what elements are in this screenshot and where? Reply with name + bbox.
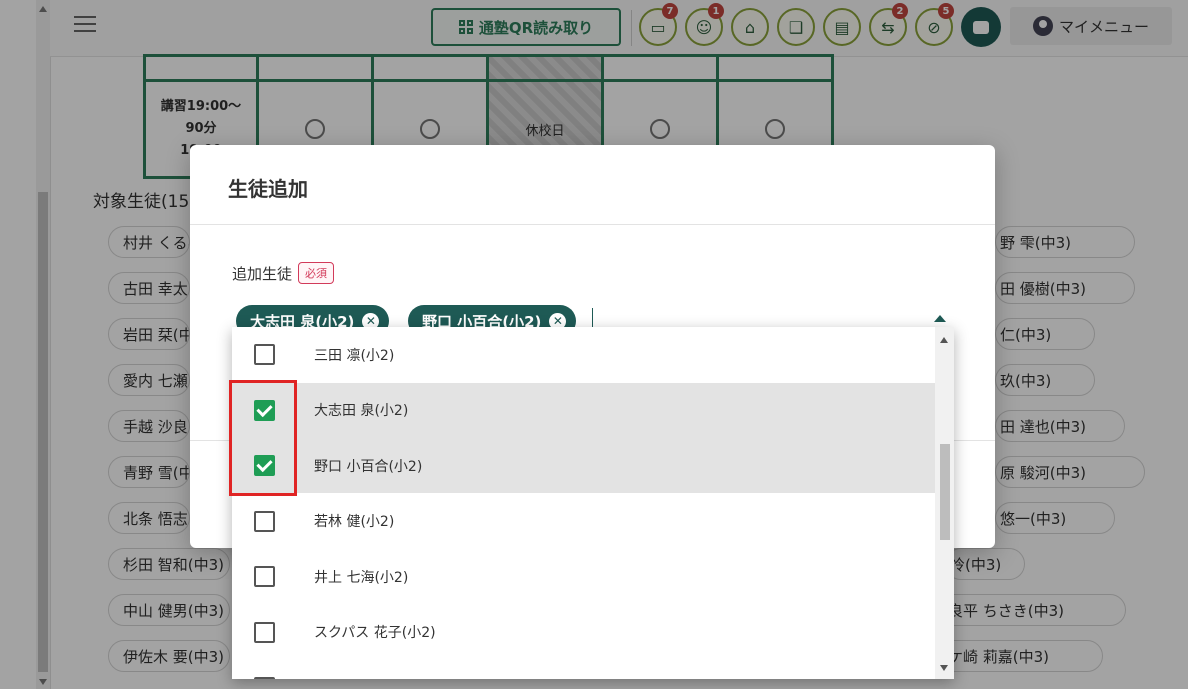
student-option-partial[interactable] (232, 660, 935, 679)
options-scroll-up-icon[interactable] (940, 337, 948, 343)
checkbox-unchecked-icon[interactable] (254, 566, 275, 587)
student-option[interactable]: 三田 凛(小2) (232, 327, 935, 382)
student-options-list[interactable]: 三田 凛(小2) 大志田 泉(小2) 野口 小百合(小2) 若林 健(小2) 井上 七海… (232, 327, 954, 679)
dropdown-toggle-arrow-icon[interactable] (934, 315, 946, 322)
student-option-label: 若林 健(小2) (314, 514, 395, 530)
student-option[interactable]: 大志田 泉(小2) (232, 382, 935, 438)
dialog-title: 生徒追加 (228, 177, 308, 201)
options-scroll-thumb[interactable] (940, 444, 950, 540)
student-option-label: 大志田 泉(小2) (314, 403, 409, 419)
checkbox-unchecked-icon[interactable] (254, 510, 275, 532)
checkbox-unchecked-icon[interactable] (254, 344, 275, 365)
add-student-field-label: 追加生徒 (232, 264, 293, 283)
checkbox-unchecked-icon[interactable] (254, 677, 275, 679)
required-badge: 必須 (298, 262, 335, 284)
highlight-annotation-box (229, 380, 297, 496)
student-option-label: スクパス 花子(小2) (314, 625, 436, 641)
options-scrollbar[interactable] (935, 327, 954, 679)
student-option-label: 三田 凛(小2) (314, 347, 395, 364)
checkbox-unchecked-icon[interactable] (254, 621, 275, 643)
field-label-row: 追加生徒 必須 (232, 262, 335, 284)
student-option-label: 井上 七海(小2) (314, 569, 409, 586)
student-option[interactable]: 若林 健(小2) (232, 494, 935, 549)
student-option-label: 野口 小百合(小2) (314, 458, 423, 475)
dialog-divider (190, 224, 995, 225)
student-option[interactable]: スクパス 花子(小2) (232, 605, 935, 660)
student-option[interactable]: 野口 小百合(小2) (232, 438, 935, 493)
student-option[interactable]: 井上 七海(小2) (232, 549, 935, 604)
options-scroll-down-icon[interactable] (940, 665, 948, 671)
